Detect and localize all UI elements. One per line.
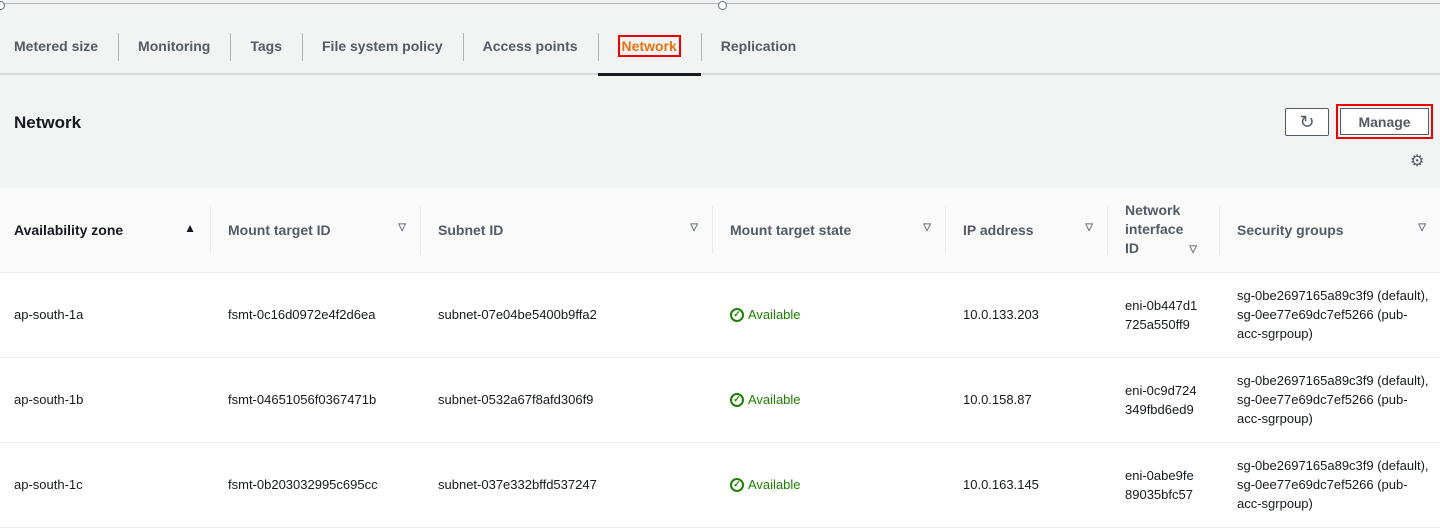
settings-gear-icon[interactable]: ⚙ (1410, 151, 1424, 171)
ip-address-cell: 10.0.133.203 (945, 272, 1107, 358)
availability-zone-cell: ap-south-1c (0, 442, 210, 528)
network-interface-id-cell: eni-0c9d724349fbd6ed9 (1107, 357, 1219, 443)
subnet-id-cell: subnet-037e332bffd537247 (420, 442, 712, 528)
header-label: IP address (963, 221, 1034, 238)
header-label: Mount target state (730, 221, 852, 238)
refresh-button[interactable]: ↻ (1285, 108, 1329, 136)
column-header-subnet-id[interactable]: Subnet ID ▽ (420, 188, 712, 273)
tab-label: Access points (482, 37, 578, 54)
check-circle-icon: ✓ (730, 392, 744, 407)
status-text: Available (748, 307, 801, 322)
status-badge: ✓ Available (730, 475, 931, 494)
state-cell: ✓ Available (712, 357, 945, 443)
manage-highlight: Manage (1336, 104, 1433, 139)
security-groups-cell: sg-0be2697165a89c3f9 (default), sg-0ee77… (1219, 442, 1440, 528)
availability-zone-cell: ap-south-1b (0, 357, 210, 443)
network-panel: Network ↻ Manage ⚙ Availability zone ▲ Mo… (0, 94, 1440, 528)
header-label: Security groups (1237, 221, 1344, 238)
state-cell: ✓ Available (712, 272, 945, 358)
tab-network[interactable]: Network (597, 18, 702, 76)
network-interface-id-cell: eni-0abe9fe89035bfc57 (1107, 442, 1219, 528)
status-badge: ✓ Available (730, 305, 931, 324)
check-circle-icon: ✓ (730, 477, 744, 492)
table-row[interactable]: ap-south-1b fsmt-04651056f0367471b subne… (0, 357, 1440, 443)
sort-icon: ▽ (923, 222, 931, 233)
security-groups-cell: sg-0be2697165a89c3f9 (default), sg-0ee77… (1219, 357, 1440, 443)
refresh-icon: ↻ (1299, 111, 1315, 132)
manage-button[interactable]: Manage (1340, 108, 1429, 135)
tab-label: Replication (720, 37, 797, 54)
sort-ascending-icon: ▲ (184, 221, 196, 235)
header-label: Network interface ID (1125, 202, 1184, 257)
column-header-ip-address[interactable]: IP address ▽ (945, 188, 1107, 273)
tab-monitoring[interactable]: Monitoring (118, 18, 230, 74)
header-label: Availability zone (14, 221, 124, 238)
state-cell: ✓ Available (712, 442, 945, 528)
tab-label: Monitoring (138, 37, 211, 54)
tab-label: File system policy (322, 37, 443, 54)
tab-file-system-policy[interactable]: File system policy (302, 18, 463, 74)
tab-tags[interactable]: Tags (230, 18, 302, 74)
tab-replication[interactable]: Replication (700, 18, 816, 74)
column-header-mount-target-state[interactable]: Mount target state ▽ (712, 188, 945, 273)
tab-bar: Metered size Monitoring Tags File system… (0, 0, 1440, 76)
mount-target-id-cell: fsmt-04651056f0367471b (210, 357, 420, 443)
column-header-network-interface-id[interactable]: Network interface ID ▽ (1107, 188, 1219, 273)
panel-header: Network ↻ Manage ⚙ (0, 94, 1440, 188)
column-header-security-groups[interactable]: Security groups ▽ (1219, 188, 1440, 273)
status-text: Available (748, 392, 801, 407)
header-label: Mount target ID (228, 221, 331, 238)
header-label: Subnet ID (438, 221, 504, 238)
subnet-id-cell: subnet-0532a67f8afd306f9 (420, 357, 712, 443)
mount-target-id-cell: fsmt-0b203032995c695cc (210, 442, 420, 528)
tab-access-points[interactable]: Access points (462, 18, 598, 74)
subnet-id-cell: subnet-07e04be5400b9ffa2 (420, 272, 712, 358)
network-interface-id-cell: eni-0b447d1725a550ff9 (1107, 272, 1219, 358)
mount-targets-table: Availability zone ▲ Mount target ID ▽ Subn… (0, 188, 1440, 528)
mount-target-id-cell: fsmt-0c16d0972e4f2d6ea (210, 272, 420, 358)
security-groups-cell: sg-0be2697165a89c3f9 (default), sg-0ee77… (1219, 272, 1440, 358)
column-header-availability-zone[interactable]: Availability zone ▲ (0, 188, 210, 273)
column-header-mount-target-id[interactable]: Mount target ID ▽ (210, 188, 420, 273)
tab-label: Network (617, 34, 681, 57)
tab-metered-size[interactable]: Metered size (0, 18, 118, 74)
sort-icon: ▽ (398, 222, 406, 233)
tab-label: Tags (250, 37, 282, 54)
status-badge: ✓ Available (730, 390, 931, 409)
ip-address-cell: 10.0.158.87 (945, 357, 1107, 443)
sort-icon: ▽ (690, 222, 698, 233)
table-row[interactable]: ap-south-1a fsmt-0c16d0972e4f2d6ea subne… (0, 272, 1440, 358)
availability-zone-cell: ap-south-1a (0, 272, 210, 358)
sort-icon: ▽ (1189, 244, 1197, 255)
sort-icon: ▽ (1418, 222, 1426, 233)
panel-title: Network (14, 113, 82, 132)
table-row[interactable]: ap-south-1c fsmt-0b203032995c695cc subne… (0, 442, 1440, 528)
tab-label: Metered size (14, 37, 99, 54)
check-circle-icon: ✓ (730, 307, 744, 322)
ip-address-cell: 10.0.163.145 (945, 442, 1107, 528)
status-text: Available (748, 477, 801, 492)
sort-icon: ▽ (1085, 222, 1093, 233)
